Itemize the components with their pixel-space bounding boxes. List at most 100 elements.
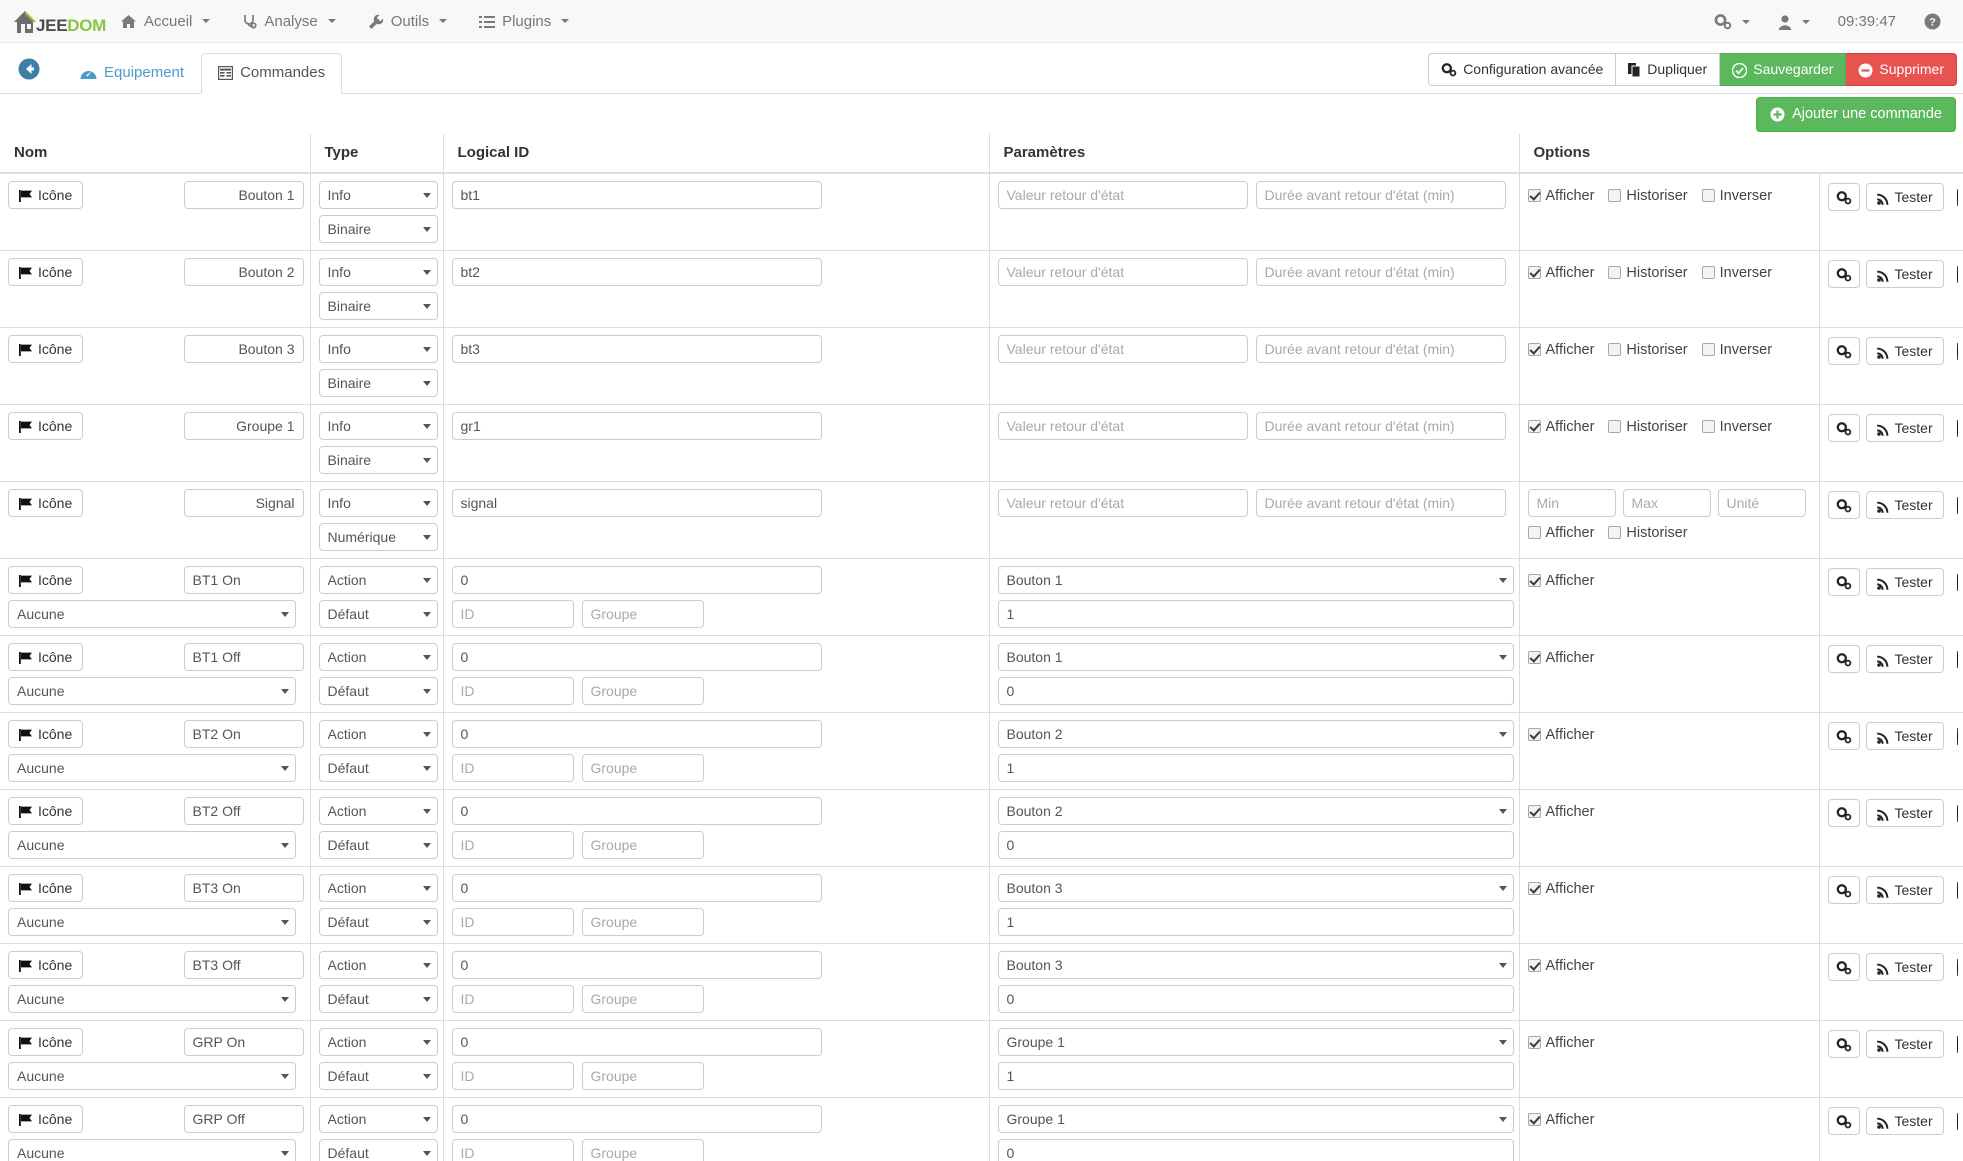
dupliquer-button[interactable]: Dupliquer bbox=[1616, 53, 1721, 86]
command-subtype-select[interactable]: Numérique bbox=[318, 523, 438, 551]
tester-button[interactable]: Tester bbox=[1865, 953, 1944, 981]
nav-settings-menu[interactable] bbox=[1700, 0, 1764, 43]
command-type-select[interactable]: Action bbox=[318, 797, 438, 825]
command-type-select[interactable]: Action bbox=[318, 1028, 438, 1056]
command-config-button[interactable] bbox=[1827, 183, 1860, 211]
historiser-checkbox[interactable] bbox=[1608, 189, 1622, 202]
afficher-checkbox[interactable] bbox=[1527, 882, 1541, 895]
command-value-select[interactable]: Aucune bbox=[8, 1139, 296, 1161]
command-name-input[interactable] bbox=[183, 951, 304, 979]
command-config-button[interactable] bbox=[1827, 337, 1860, 365]
command-value-select[interactable]: Aucune bbox=[8, 831, 296, 859]
command-name-input[interactable] bbox=[183, 181, 304, 209]
icone-button[interactable]: Icône bbox=[8, 951, 84, 979]
inverser-checkbox[interactable] bbox=[1701, 420, 1715, 433]
duree-retour-input[interactable] bbox=[1255, 181, 1506, 209]
back-arrow-icon[interactable] bbox=[18, 58, 40, 80]
command-subtype-select[interactable]: Défaut bbox=[318, 831, 438, 859]
param-target-select[interactable]: Bouton 1 bbox=[997, 566, 1514, 594]
logical-id-input[interactable] bbox=[451, 412, 822, 440]
command-subtype-select[interactable]: Binaire bbox=[318, 446, 438, 474]
request-id-input[interactable] bbox=[451, 677, 574, 705]
logical-id-input[interactable] bbox=[451, 720, 822, 748]
logical-id-input[interactable] bbox=[451, 258, 822, 286]
historiser-checkbox[interactable] bbox=[1608, 266, 1622, 279]
command-type-select[interactable]: Action bbox=[318, 720, 438, 748]
command-type-select[interactable]: Action bbox=[318, 874, 438, 902]
valeur-retour-input[interactable] bbox=[997, 258, 1248, 286]
command-type-select[interactable]: Action bbox=[318, 566, 438, 594]
command-type-select[interactable]: Info bbox=[318, 181, 438, 209]
afficher-checkbox[interactable] bbox=[1527, 266, 1541, 279]
command-config-button[interactable] bbox=[1827, 645, 1860, 673]
inverser-checkbox[interactable] bbox=[1701, 189, 1715, 202]
historiser-checkbox[interactable] bbox=[1608, 420, 1622, 433]
command-config-button[interactable] bbox=[1827, 722, 1860, 750]
icone-button[interactable]: Icône bbox=[8, 874, 84, 902]
logical-id-input[interactable] bbox=[451, 335, 822, 363]
afficher-checkbox[interactable] bbox=[1527, 189, 1541, 202]
unite-input[interactable] bbox=[1717, 489, 1806, 517]
supprimer-button[interactable]: Supprimer bbox=[1846, 53, 1957, 86]
duree-retour-input[interactable] bbox=[1255, 258, 1506, 286]
command-value-select[interactable]: Aucune bbox=[8, 677, 296, 705]
afficher-checkbox[interactable] bbox=[1527, 343, 1541, 356]
command-value-select[interactable]: Aucune bbox=[8, 1062, 296, 1090]
param-target-select[interactable]: Bouton 3 bbox=[997, 874, 1514, 902]
command-type-select[interactable]: Info bbox=[318, 412, 438, 440]
param-value-input[interactable] bbox=[997, 985, 1514, 1013]
afficher-checkbox[interactable] bbox=[1527, 959, 1541, 972]
command-subtype-select[interactable]: Binaire bbox=[318, 215, 438, 243]
command-name-input[interactable] bbox=[183, 566, 304, 594]
param-target-select[interactable]: Groupe 1 bbox=[997, 1028, 1514, 1056]
param-value-input[interactable] bbox=[997, 1062, 1514, 1090]
afficher-checkbox[interactable] bbox=[1527, 728, 1541, 741]
tester-button[interactable]: Tester bbox=[1865, 722, 1944, 750]
command-name-input[interactable] bbox=[183, 643, 304, 671]
command-subtype-select[interactable]: Défaut bbox=[318, 600, 438, 628]
param-value-input[interactable] bbox=[997, 908, 1514, 936]
tab-commandes[interactable]: Commandes bbox=[201, 53, 343, 94]
param-target-select[interactable]: Groupe 1 bbox=[997, 1105, 1514, 1133]
command-subtype-select[interactable]: Défaut bbox=[318, 985, 438, 1013]
icone-button[interactable]: Icône bbox=[8, 720, 84, 748]
command-name-input[interactable] bbox=[183, 720, 304, 748]
command-name-input[interactable] bbox=[183, 1105, 304, 1133]
nav-item-outils[interactable]: Outils bbox=[352, 0, 463, 43]
valeur-retour-input[interactable] bbox=[997, 181, 1248, 209]
tester-button[interactable]: Tester bbox=[1865, 414, 1944, 442]
param-value-input[interactable] bbox=[997, 831, 1514, 859]
configuration-avancee-button[interactable]: Configuration avancée bbox=[1428, 53, 1617, 86]
command-name-input[interactable] bbox=[183, 489, 304, 517]
command-subtype-select[interactable]: Défaut bbox=[318, 1062, 438, 1090]
command-type-select[interactable]: Info bbox=[318, 335, 438, 363]
command-value-select[interactable]: Aucune bbox=[8, 600, 296, 628]
logical-id-input[interactable] bbox=[451, 1105, 822, 1133]
sauvegarder-button[interactable]: Sauvegarder bbox=[1720, 53, 1847, 86]
command-type-select[interactable]: Info bbox=[318, 489, 438, 517]
historiser-checkbox[interactable] bbox=[1608, 526, 1622, 539]
param-target-select[interactable]: Bouton 2 bbox=[997, 720, 1514, 748]
request-id-input[interactable] bbox=[451, 908, 574, 936]
request-groupe-input[interactable] bbox=[581, 1062, 704, 1090]
tester-button[interactable]: Tester bbox=[1865, 183, 1944, 211]
icone-button[interactable]: Icône bbox=[8, 335, 84, 363]
tester-button[interactable]: Tester bbox=[1865, 645, 1944, 673]
icone-button[interactable]: Icône bbox=[8, 1105, 84, 1133]
param-value-input[interactable] bbox=[997, 600, 1514, 628]
tester-button[interactable]: Tester bbox=[1865, 491, 1944, 519]
command-value-select[interactable]: Aucune bbox=[8, 754, 296, 782]
logical-id-input[interactable] bbox=[451, 951, 822, 979]
afficher-checkbox[interactable] bbox=[1527, 1113, 1541, 1126]
duree-retour-input[interactable] bbox=[1255, 489, 1506, 517]
brand-logo[interactable]: JEEDOM bbox=[0, 0, 106, 43]
nav-item-analyse[interactable]: Analyse bbox=[226, 0, 351, 43]
icone-button[interactable]: Icône bbox=[8, 258, 84, 286]
help-button[interactable]: ? bbox=[1910, 0, 1955, 43]
request-id-input[interactable] bbox=[451, 600, 574, 628]
command-subtype-select[interactable]: Défaut bbox=[318, 1139, 438, 1161]
request-id-input[interactable] bbox=[451, 1139, 574, 1161]
tester-button[interactable]: Tester bbox=[1865, 1030, 1944, 1058]
valeur-retour-input[interactable] bbox=[997, 412, 1248, 440]
nav-item-plugins[interactable]: Plugins bbox=[463, 0, 585, 43]
